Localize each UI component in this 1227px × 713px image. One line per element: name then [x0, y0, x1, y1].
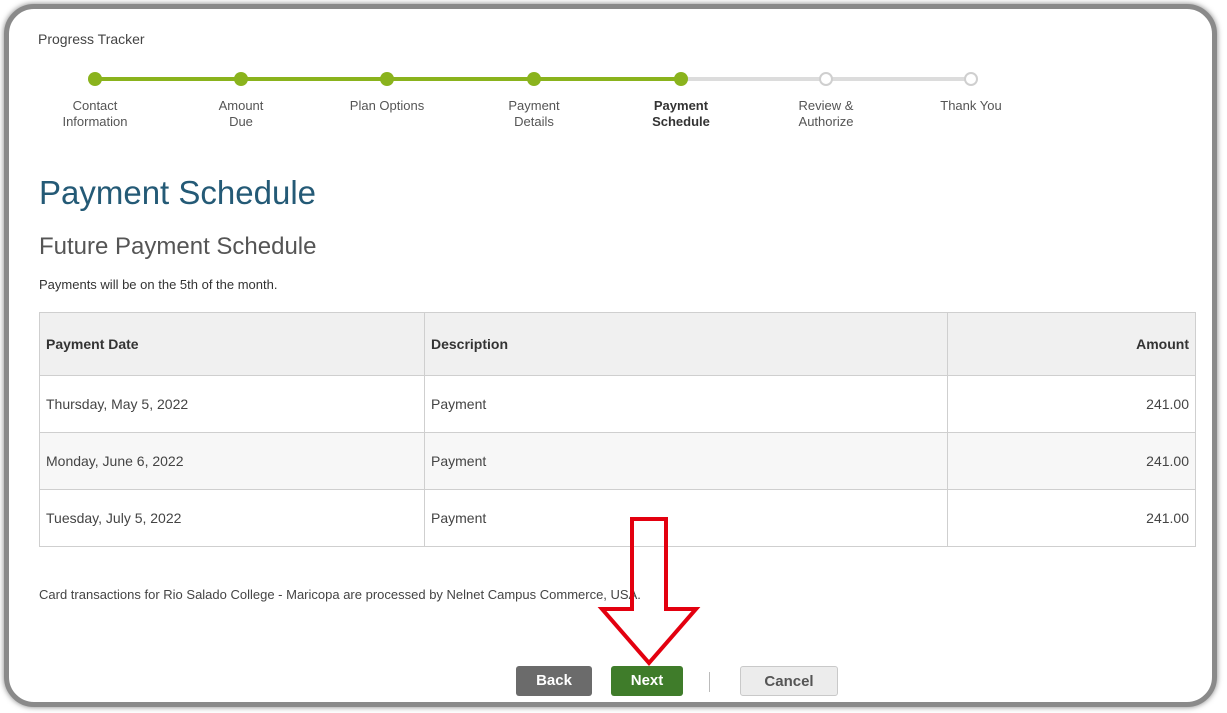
step-complete-dot: [234, 72, 248, 86]
amount-cell: 241.00: [947, 489, 1196, 547]
page-title: Payment Schedule: [39, 174, 317, 211]
step-label: Payment Schedule: [652, 98, 710, 129]
step-payment-details: Payment Details: [474, 59, 594, 130]
next-button[interactable]: Next: [611, 666, 683, 696]
schedule-note: Payments will be on the 5th of the month…: [39, 277, 278, 292]
button-divider: [709, 672, 710, 692]
payment-date-cell: Tuesday, July 5, 2022: [39, 489, 425, 547]
step-pending-dot: [819, 72, 833, 86]
step-complete-dot: [380, 72, 394, 86]
step-complete-dot: [88, 72, 102, 86]
payment-date-cell: Thursday, May 5, 2022: [39, 375, 425, 433]
back-button[interactable]: Back: [516, 666, 592, 696]
step-label: Payment Details: [508, 98, 560, 129]
action-buttons: Back Next Cancel: [9, 666, 1212, 702]
step-current-dot: [674, 72, 688, 86]
description-cell: Payment: [424, 489, 948, 547]
step-amount-due: Amount Due: [181, 59, 301, 130]
table-row: Monday, June 6, 2022 Payment 241.00: [39, 432, 1196, 490]
step-contact-information: Contact Information: [35, 59, 155, 130]
step-complete-dot: [527, 72, 541, 86]
progress-tracker: Contact Information Amount Due Plan Opti…: [9, 59, 1212, 159]
progress-tracker-title: Progress Tracker: [38, 31, 145, 47]
table-row: Tuesday, July 5, 2022 Payment 241.00: [39, 489, 1196, 547]
section-title: Future Payment Schedule: [39, 233, 317, 260]
window-frame: Progress Tracker Contact Information Amo…: [4, 4, 1217, 707]
step-label: Amount Due: [218, 98, 264, 129]
step-label: Review & Authorize: [798, 98, 854, 129]
amount-cell: 241.00: [947, 432, 1196, 490]
payment-schedule-table: Payment Date Description Amount Thursday…: [39, 312, 1196, 547]
step-label: Plan Options: [349, 98, 425, 113]
amount-cell: 241.00: [947, 375, 1196, 433]
step-plan-options: Plan Options: [327, 59, 447, 114]
header-amount: Amount: [947, 312, 1196, 376]
description-cell: Payment: [424, 375, 948, 433]
processor-disclaimer: Card transactions for Rio Salado College…: [39, 587, 641, 602]
payment-date-cell: Monday, June 6, 2022: [39, 432, 425, 490]
cancel-button[interactable]: Cancel: [740, 666, 838, 696]
step-label: Contact Information: [62, 98, 128, 129]
step-thank-you: Thank You: [911, 59, 1031, 114]
step-payment-schedule: Payment Schedule: [621, 59, 741, 130]
step-label: Thank You: [940, 98, 1002, 113]
step-pending-dot: [964, 72, 978, 86]
table-row: Thursday, May 5, 2022 Payment 241.00: [39, 375, 1196, 433]
step-review-authorize: Review & Authorize: [766, 59, 886, 130]
header-payment-date: Payment Date: [39, 312, 425, 376]
table-header-row: Payment Date Description Amount: [39, 312, 1196, 376]
description-cell: Payment: [424, 432, 948, 490]
header-description: Description: [424, 312, 948, 376]
